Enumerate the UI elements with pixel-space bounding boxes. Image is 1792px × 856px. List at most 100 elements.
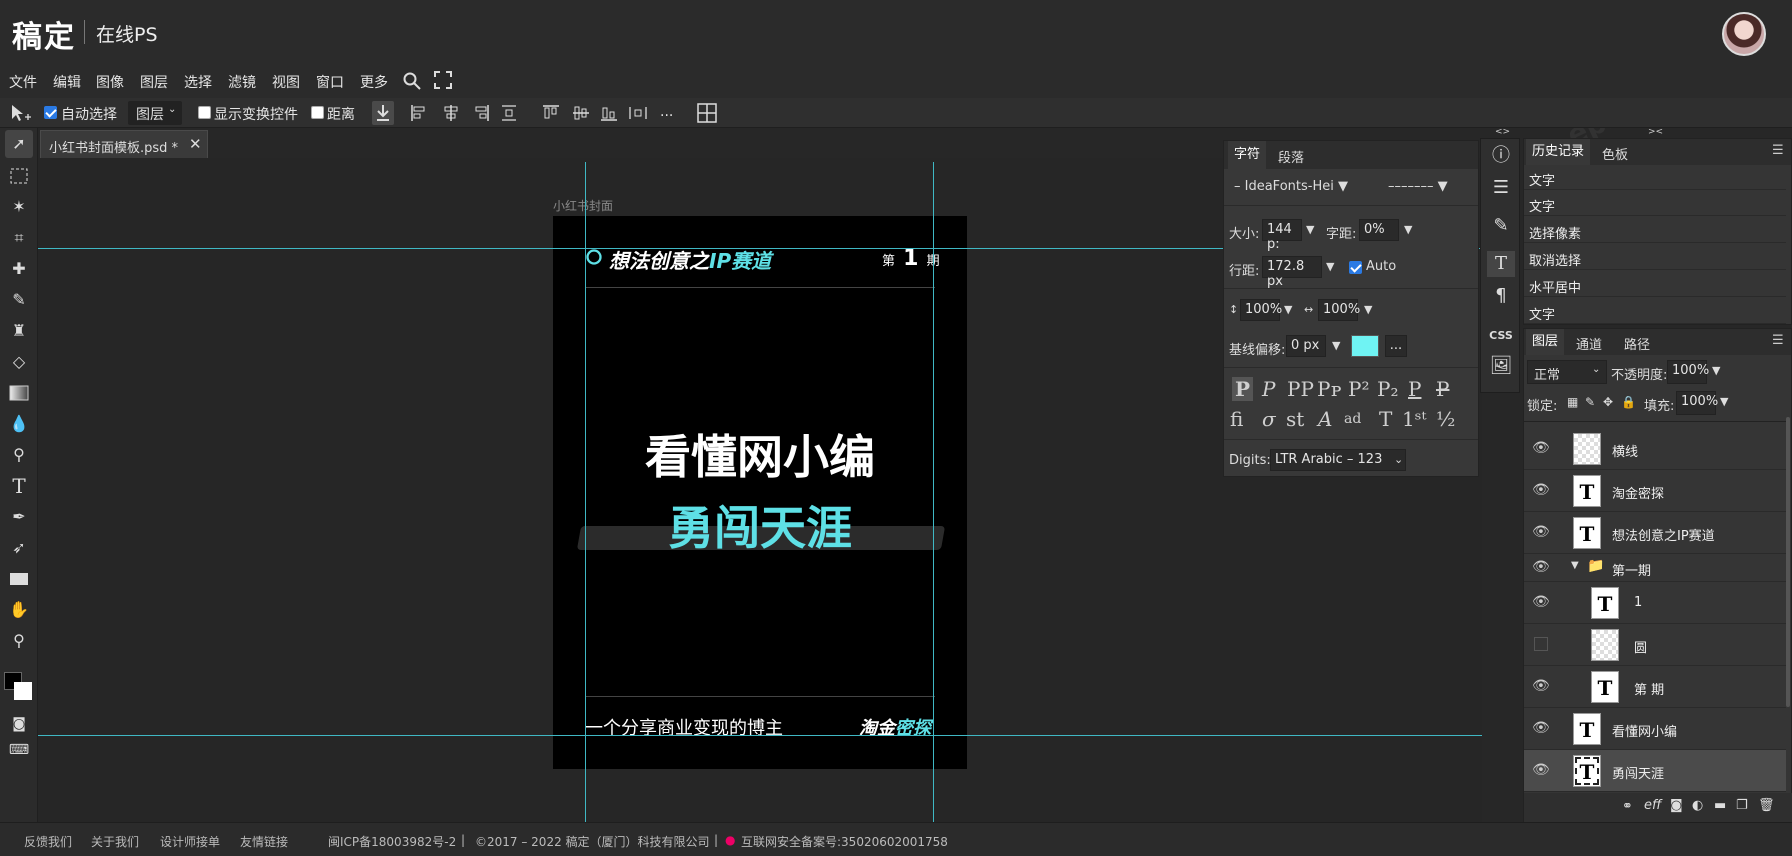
character-panel-icon[interactable]: T [1487, 251, 1515, 277]
visibility-eye-icon[interactable]: 👁 [1532, 720, 1552, 740]
fill-field[interactable]: 100% [1676, 391, 1718, 415]
history-item[interactable]: 文字 [1524, 299, 1786, 324]
chevron-down-icon[interactable]: ▼ [1332, 339, 1340, 352]
lock-all-icon[interactable]: 🔒 [1621, 395, 1636, 409]
chevron-down-icon[interactable]: ▼ [1284, 303, 1292, 316]
baseline-field[interactable]: 0 px [1286, 335, 1326, 357]
guide-horizontal[interactable] [38, 735, 1482, 736]
chevron-down-icon[interactable]: ▼ [1712, 364, 1720, 377]
history-item[interactable]: 水平居中 [1524, 272, 1786, 297]
font-size-field[interactable]: 144 p: [1262, 219, 1302, 252]
close-icon[interactable]: ✕ [189, 135, 202, 153]
swash-icon[interactable]: σ [1262, 407, 1276, 431]
lock-pixels-icon[interactable]: ✎ [1585, 395, 1595, 409]
hand-tool-icon[interactable]: ✋ [5, 596, 33, 624]
menu-layer[interactable]: 图层 [140, 72, 168, 92]
menu-more[interactable]: 更多 [360, 72, 388, 92]
move-tool-icon[interactable] [9, 103, 31, 123]
panel-menu-icon[interactable]: ☰ [1772, 143, 1784, 158]
font-family-dropdown[interactable]: – IdeaFonts-Hei ▼ [1234, 179, 1348, 194]
auto-select-target-dropdown[interactable]: 图层 ⌄ [128, 101, 182, 125]
footer-icp[interactable]: 闽ICP备18003982号-2 [328, 833, 456, 850]
chevron-down-icon[interactable]: ▼ [1404, 223, 1412, 236]
tab-paragraph[interactable]: 段落 [1278, 147, 1304, 166]
crop-tool-icon[interactable]: ⌗ [5, 224, 33, 252]
brush-settings-icon[interactable]: ✎ [1487, 213, 1515, 239]
stamp-tool-icon[interactable]: ♜ [5, 317, 33, 345]
visibility-eye-icon[interactable]: 👁 [1532, 440, 1552, 460]
subscript-icon[interactable]: P₂ [1377, 377, 1398, 401]
tab-channels[interactable]: 通道 [1576, 334, 1602, 353]
magic-wand-icon[interactable]: ✶ [5, 193, 33, 221]
marquee-tool-icon[interactable] [5, 162, 33, 190]
tab-history[interactable]: 历史记录 [1526, 139, 1591, 165]
align-left-icon[interactable] [410, 104, 428, 122]
quick-mask-icon[interactable]: ◙ [5, 710, 33, 738]
stylistic-alternates-icon[interactable]: A [1318, 407, 1332, 431]
artboard[interactable]: 想法创意之IP赛道 第 1 期 看懂网小编 勇闯天涯 一个分享商业变现的博主 淘… [553, 216, 967, 769]
visibility-eye-icon[interactable]: 👁 [1532, 762, 1552, 782]
ordinals-icon[interactable]: 1ˢᵗ [1402, 407, 1426, 431]
align-hcenter-icon[interactable] [442, 104, 460, 122]
tab-paths[interactable]: 路径 [1624, 334, 1650, 353]
layer-row[interactable]: 👁 横线 [1524, 428, 1786, 470]
ligature-icon[interactable]: ﬁ [1230, 407, 1243, 431]
layer-row-selected[interactable]: 👁 T 勇闯天涯 [1524, 750, 1786, 792]
zoom-tool-icon[interactable]: ⚲ [5, 627, 33, 655]
download-icon[interactable] [372, 101, 394, 125]
footer-police-record[interactable]: 互联网安全备案号:35020602001758 [741, 833, 948, 850]
contextual-alternates-icon[interactable]: T [1379, 407, 1392, 431]
visibility-eye-icon[interactable]: 👁 [1532, 482, 1552, 502]
distance-checkbox[interactable] [311, 106, 324, 119]
image-icon[interactable]: 🖼 [1487, 353, 1515, 379]
layer-effects-icon[interactable]: eff [1644, 798, 1661, 813]
visibility-eye-icon[interactable]: 👁 [1532, 524, 1552, 544]
superscript-icon[interactable]: P² [1348, 377, 1369, 401]
layer-row[interactable]: 👁 T 1 [1524, 582, 1786, 624]
menu-edit[interactable]: 编辑 [53, 72, 81, 92]
history-item[interactable]: 选择像素 [1524, 218, 1786, 243]
adjustments-icon[interactable]: ☰ [1487, 175, 1515, 201]
all-caps-icon[interactable]: PP [1287, 377, 1314, 401]
pen-tool-icon[interactable]: ✒ [5, 503, 33, 531]
blur-tool-icon[interactable]: 💧 [5, 410, 33, 438]
visibility-eye-icon[interactable]: 👁 [1532, 559, 1552, 579]
layer-row[interactable]: 👁 T 第 期 [1524, 666, 1786, 708]
menu-window[interactable]: 窗口 [316, 72, 344, 92]
tab-swatches[interactable]: 色板 [1602, 144, 1628, 163]
brush-tool-icon[interactable]: ✎ [5, 286, 33, 314]
chevron-down-icon[interactable]: ▼ [1571, 560, 1579, 571]
search-icon[interactable] [402, 71, 422, 91]
digits-dropdown[interactable]: LTR Arabic – 123 [1270, 449, 1406, 471]
tab-character[interactable]: 字符 [1228, 141, 1267, 169]
healing-brush-icon[interactable]: ✚ [5, 255, 33, 283]
scrollbar[interactable] [1786, 417, 1790, 707]
new-group-icon[interactable]: ▬ [1714, 798, 1726, 813]
rectangle-tool-icon[interactable] [5, 565, 33, 593]
user-avatar[interactable] [1722, 12, 1766, 56]
layer-row[interactable]: 👁 T 想法创意之IP赛道 [1524, 512, 1786, 554]
menu-image[interactable]: 图像 [96, 72, 124, 92]
grid-icon[interactable] [696, 102, 718, 124]
visibility-eye-icon[interactable]: 👁 [1532, 678, 1552, 698]
new-layer-icon[interactable]: ❐ [1736, 798, 1748, 813]
layer-group-row[interactable]: 👁 ▼ 📁 第一期 [1524, 554, 1786, 582]
app-logo[interactable]: 稿定 [12, 12, 76, 56]
layer-row[interactable]: 圆 [1524, 624, 1786, 666]
eraser-tool-icon[interactable]: ◇ [5, 348, 33, 376]
lock-transparency-icon[interactable]: ▦ [1567, 395, 1578, 409]
adjustment-layer-icon[interactable]: ◐ [1692, 798, 1703, 813]
tab-layers[interactable]: 图层 [1526, 329, 1565, 355]
tracking-field[interactable]: 0% [1359, 219, 1399, 241]
link-layers-icon[interactable]: ⚭ [1622, 799, 1633, 814]
faux-italic-icon[interactable]: P [1262, 377, 1275, 401]
chevron-down-icon[interactable]: ▼ [1364, 303, 1372, 316]
dodge-tool-icon[interactable]: ⚲ [5, 441, 33, 469]
more-options-button[interactable]: ... [1385, 335, 1407, 357]
history-item[interactable]: 文字 [1524, 191, 1786, 216]
align-right-icon[interactable] [472, 104, 490, 122]
fullscreen-icon[interactable] [434, 71, 452, 89]
align-bottom-icon[interactable] [600, 104, 618, 122]
footer-link[interactable]: 友情链接 [240, 833, 288, 850]
opacity-field[interactable]: 100% [1667, 360, 1709, 384]
